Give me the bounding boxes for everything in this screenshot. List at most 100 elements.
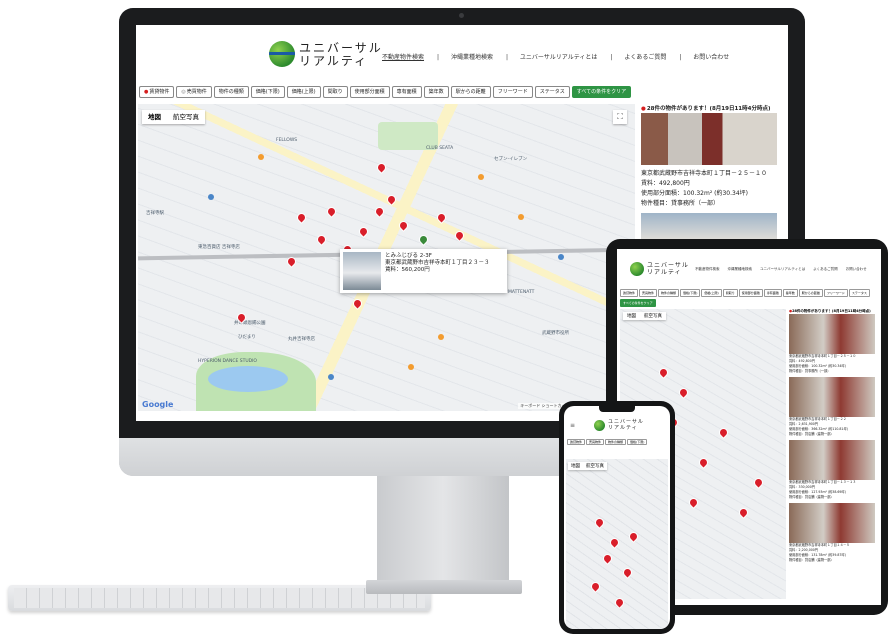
globe-logo-icon[interactable] <box>594 420 605 431</box>
logo-line-2: リアルティ <box>299 54 369 68</box>
property-pin[interactable] <box>326 206 337 217</box>
filter-button[interactable]: 価格(下限) <box>680 289 701 297</box>
site-logo-text[interactable]: ユニバーサル リアルティ <box>299 42 383 68</box>
globe-logo-icon[interactable] <box>630 262 644 276</box>
filter-button[interactable]: 築年数 <box>782 289 798 297</box>
property-pin[interactable] <box>609 537 620 548</box>
tablet-logo-text[interactable]: ユニバーサル リアルティ <box>647 262 689 276</box>
filter-button[interactable]: 価格(上限) <box>701 289 722 297</box>
camera-icon <box>459 13 464 18</box>
property-pin[interactable] <box>622 567 633 578</box>
nav-item-faq[interactable]: よくあるご質問 <box>624 54 666 61</box>
filter-type-button[interactable]: 物件の種類 <box>213 86 249 98</box>
logo-line-2: リアルティ <box>608 425 638 431</box>
property-pin[interactable] <box>296 212 307 223</box>
property-pin[interactable] <box>436 212 447 223</box>
filter-button[interactable]: 間取り <box>722 289 738 297</box>
nav-item[interactable]: ユニバーサルリアルティとは <box>760 267 805 271</box>
nav-item[interactable]: よくあるご質問 <box>813 267 838 271</box>
property-pin[interactable] <box>590 581 601 592</box>
clear-filters-button[interactable]: すべての条件をクリア <box>620 299 656 307</box>
nav-item-property-search[interactable]: 不動産物件検索 <box>382 54 424 61</box>
nav-item-contact[interactable]: お問い合わせ <box>693 54 729 61</box>
phone-property-map[interactable]: 地図 航空写真 <box>566 459 668 629</box>
filter-bar: 賃貸物件売買物件物件の種類価格(下限)価格(上限)間取り使用部分面積専有面積築年… <box>139 86 785 100</box>
poi-marker <box>438 334 444 340</box>
tab-map[interactable]: 地図 <box>623 312 640 320</box>
hamburger-menu-icon[interactable]: ≡ <box>570 422 575 429</box>
listing-photo[interactable] <box>641 113 777 165</box>
listing-info[interactable]: 東京都武蔵野市吉祥寺本町１丁目－２５－１０ 賃料：492,800円 使用部分面積… <box>641 169 784 209</box>
nav-item[interactable]: お問い合わせ <box>846 267 867 271</box>
property-pin[interactable] <box>358 226 369 237</box>
filter-button[interactable]: 価格(下限) <box>627 439 648 445</box>
globe-logo-icon[interactable] <box>269 41 295 67</box>
filter-button[interactable]: 賃貸物件 <box>567 439 586 445</box>
filter-button[interactable]: 物件の種類 <box>658 289 680 297</box>
nav-item-about[interactable]: ユニバーサルリアルティとは <box>520 54 597 61</box>
filter-exclusive-area-button[interactable]: 専有面積 <box>391 86 422 98</box>
nav-item[interactable]: 不動産物件検索 <box>695 267 720 271</box>
filter-button[interactable]: ステータス <box>848 289 870 297</box>
property-pin[interactable] <box>658 367 669 378</box>
filter-sale-button[interactable]: 売買物件 <box>176 86 212 98</box>
filter-usage-area-button[interactable]: 使用部分面積 <box>349 86 390 98</box>
filter-button[interactable]: 使用部分面積 <box>738 289 763 297</box>
property-pin[interactable] <box>614 597 625 608</box>
tab-satellite[interactable]: 航空写真 <box>583 462 607 470</box>
property-pin[interactable] <box>718 427 729 438</box>
phone-logo-text[interactable]: ユニバーサル リアルティ <box>608 419 644 431</box>
property-pin[interactable] <box>352 298 363 309</box>
filter-price-max-button[interactable]: 価格(上限) <box>286 86 321 98</box>
tab-satellite[interactable]: 航空写真 <box>167 110 205 124</box>
listing-card[interactable]: 東京都武蔵野市吉祥寺本町１丁目－２５－１０ 賃料：492,800円 使用部分面積… <box>789 314 879 374</box>
filter-button[interactable]: 駅からの距離 <box>798 289 823 297</box>
filter-freeword-button[interactable]: フリーワード <box>492 86 533 98</box>
tab-map[interactable]: 地図 <box>568 462 583 470</box>
filter-layout-button[interactable]: 間取り <box>322 86 348 98</box>
property-pin[interactable] <box>286 256 297 267</box>
property-map[interactable]: FELLOWS CLUB SEATA 吉祥寺駅 井の頭恩賜公園 HYPERION… <box>138 104 635 411</box>
property-pin[interactable] <box>678 387 689 398</box>
nav-item[interactable]: 沖縄業種地検索 <box>728 267 753 271</box>
map-label: CLUB SEATA <box>426 146 454 151</box>
map-info-popup[interactable]: とみふじびる 2-3F 東京都武蔵野市吉祥寺本町１丁目２３－３ 賃料：560,2… <box>340 249 507 293</box>
property-pin[interactable] <box>753 477 764 488</box>
property-pin[interactable] <box>738 507 749 518</box>
map-label: 吉祥寺駅 <box>146 211 164 216</box>
property-pin[interactable] <box>454 230 465 241</box>
property-pin[interactable] <box>386 194 397 205</box>
property-pin[interactable] <box>688 497 699 508</box>
property-pin[interactable] <box>628 531 639 542</box>
listing-photo <box>789 377 875 417</box>
property-pin[interactable] <box>594 517 605 528</box>
filter-price-min-button[interactable]: 価格(下限) <box>250 86 285 98</box>
filter-station-distance-button[interactable]: 駅からの距離 <box>450 86 491 98</box>
filter-button[interactable]: 物件の種類 <box>605 439 627 445</box>
filter-button[interactable]: 売買物件 <box>639 289 658 297</box>
tab-map[interactable]: 地図 <box>142 110 167 124</box>
filter-button[interactable]: 売買物件 <box>586 439 605 445</box>
filter-age-button[interactable]: 築年数 <box>423 86 449 98</box>
listing-card[interactable]: 東京都武蔵野市吉祥寺本町１丁目１４－５ 賃料：2,200,000円 使用部分面積… <box>789 503 879 563</box>
clear-filters-button[interactable]: すべての条件をクリア <box>571 86 632 98</box>
property-pin[interactable] <box>398 220 409 231</box>
filter-status-button[interactable]: ステータス <box>534 86 570 98</box>
property-pin[interactable] <box>698 457 709 468</box>
property-pin-selected[interactable] <box>418 234 429 245</box>
listing-type: 物件種目：貸事務所（一部） <box>789 369 831 373</box>
fullscreen-icon[interactable]: ⛶ <box>613 110 627 124</box>
property-pin[interactable] <box>602 553 613 564</box>
property-pin[interactable] <box>316 234 327 245</box>
nav-item-okinawa-search[interactable]: 沖縄業種地検索 <box>451 54 493 61</box>
filter-button[interactable]: フリーワード <box>823 289 848 297</box>
property-pin[interactable] <box>374 206 385 217</box>
filter-button[interactable]: 専有面積 <box>763 289 782 297</box>
listing-rent: 賃料：492,800円 <box>641 180 690 187</box>
filter-button[interactable]: 賃貸物件 <box>620 289 639 297</box>
tab-satellite[interactable]: 航空写真 <box>640 312 666 320</box>
listing-card[interactable]: 東京都武蔵野市吉祥寺本町１丁目－２２ 賃料：2,631,900円 使用部分面積：… <box>789 377 879 437</box>
filter-rental-button[interactable]: 賃貸物件 <box>139 86 175 98</box>
property-pin[interactable] <box>376 162 387 173</box>
listing-card[interactable]: 東京都武蔵野市吉祥寺本町１丁目－１３－１３ 賃料：330,000円 使用部分面積… <box>789 440 879 500</box>
